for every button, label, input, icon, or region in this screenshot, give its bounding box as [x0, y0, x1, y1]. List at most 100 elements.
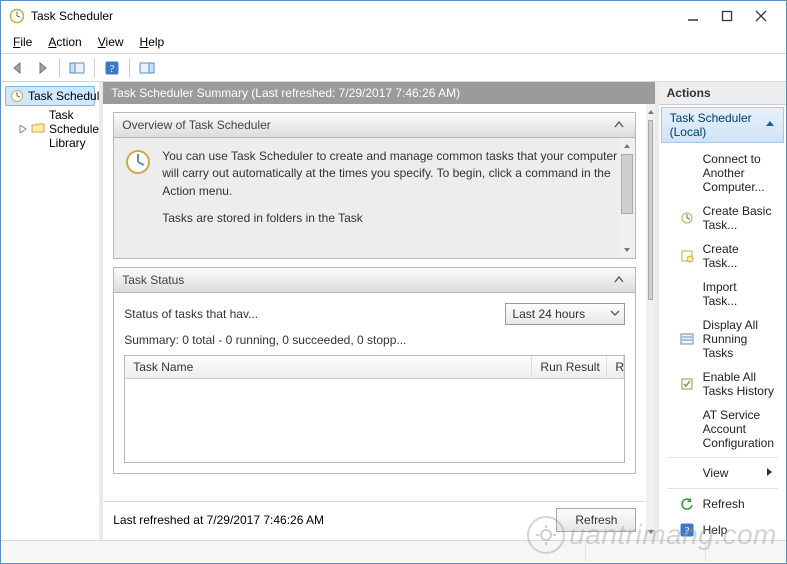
action-enable-history[interactable]: Enable All Tasks History [661, 365, 784, 403]
action-import-task-label: Import Task... [703, 280, 774, 308]
action-at-config-label: AT Service Account Configuration [703, 408, 774, 450]
action-at-config[interactable]: AT Service Account Configuration [661, 403, 784, 455]
summary-title-text: Task Scheduler Summary (Last refreshed: … [111, 86, 460, 100]
clock-icon [124, 148, 152, 176]
scroll-up-icon[interactable] [619, 138, 635, 154]
console-tree: Task Scheduler (Local) Task Scheduler Li… [1, 82, 103, 540]
toolbar-separator [129, 59, 130, 77]
show-hide-console-tree-button[interactable] [66, 58, 88, 78]
blank-icon [679, 286, 695, 302]
status-table[interactable]: Task Name Run Result R [124, 355, 625, 463]
window-title: Task Scheduler [31, 9, 113, 23]
action-enable-history-label: Enable All Tasks History [703, 370, 774, 398]
separator [667, 457, 778, 458]
action-refresh[interactable]: Refresh [661, 491, 784, 517]
scroll-up-icon[interactable] [646, 104, 654, 120]
scroll-down-icon[interactable] [619, 242, 635, 258]
status-filter-label: Status of tasks that hav... [124, 307, 497, 321]
collapse-icon[interactable] [611, 272, 627, 288]
toolbar: ? [1, 54, 786, 82]
status-period-dropdown[interactable]: Last 24 hours [505, 303, 625, 325]
action-view-submenu[interactable]: View [661, 460, 784, 486]
menu-view[interactable]: View [92, 33, 130, 51]
overview-header[interactable]: Overview of Task Scheduler [114, 113, 635, 138]
chevron-right-icon [766, 466, 774, 480]
minimize-button[interactable] [676, 3, 710, 29]
actions-pane: Actions Task Scheduler (Local) Connect t… [659, 82, 786, 540]
task-status-panel: Task Status Status of tasks that hav... … [113, 267, 636, 474]
actions-title: Actions [659, 82, 786, 105]
svg-text:?: ? [684, 525, 689, 537]
overview-header-label: Overview of Task Scheduler [122, 118, 271, 132]
show-hide-action-pane-button[interactable] [136, 58, 158, 78]
overview-more-text: Tasks are stored in folders in the Task [162, 210, 625, 227]
titlebar: Task Scheduler [1, 1, 786, 31]
action-create-task[interactable]: Create Task... [661, 237, 784, 275]
action-create-basic-task[interactable]: Create Basic Task... [661, 199, 784, 237]
blank-icon [679, 421, 695, 437]
folder-icon [31, 121, 45, 138]
menu-action[interactable]: Action [42, 33, 87, 51]
summary-title: Task Scheduler Summary (Last refreshed: … [103, 82, 654, 104]
statusbar [1, 540, 786, 562]
overview-body: You can use Task Scheduler to create and… [114, 138, 635, 258]
action-display-running[interactable]: Display All Running Tasks [661, 313, 784, 365]
back-button[interactable] [7, 58, 29, 78]
actions-scope-label: Task Scheduler (Local) [670, 111, 765, 139]
close-button[interactable] [744, 3, 778, 29]
menu-file[interactable]: File [7, 33, 38, 51]
collapse-icon[interactable] [611, 117, 627, 133]
task-status-header[interactable]: Task Status [114, 268, 635, 293]
action-help-label: Help [703, 523, 728, 537]
center-body: Overview of Task Scheduler You can use T… [103, 104, 646, 501]
overview-scrollbar[interactable] [619, 138, 635, 258]
table-header: Task Name Run Result R [125, 356, 624, 379]
column-task-name[interactable]: Task Name [125, 356, 532, 378]
toolbar-separator [94, 59, 95, 77]
column-overflow[interactable]: R [607, 356, 624, 378]
overview-text: You can use Task Scheduler to create and… [162, 148, 625, 200]
refresh-button-label: Refresh [575, 513, 617, 527]
action-create-task-label: Create Task... [703, 242, 774, 270]
action-display-running-label: Display All Running Tasks [703, 318, 774, 360]
task-icon [679, 248, 695, 264]
help-button[interactable]: ? [101, 58, 123, 78]
action-import-task[interactable]: Import Task... [661, 275, 784, 313]
center-footer: Last refreshed at 7/29/2017 7:46:26 AM R… [103, 501, 646, 540]
list-icon [679, 331, 695, 347]
expand-icon[interactable] [19, 125, 27, 133]
tree-root-node[interactable]: Task Scheduler (Local) [5, 86, 95, 106]
action-connect[interactable]: Connect to Another Computer... [661, 147, 784, 199]
app-icon [9, 8, 25, 24]
task-status-body: Status of tasks that hav... Last 24 hour… [114, 293, 635, 473]
action-refresh-label: Refresh [703, 497, 745, 511]
collapse-icon [765, 118, 775, 132]
overview-panel: Overview of Task Scheduler You can use T… [113, 112, 636, 259]
last-refreshed-label: Last refreshed at 7/29/2017 7:46:26 AM [113, 513, 324, 527]
refresh-button[interactable]: Refresh [556, 508, 636, 532]
refresh-icon [679, 496, 695, 512]
history-icon [679, 376, 695, 392]
forward-button[interactable] [31, 58, 53, 78]
help-icon: ? [679, 522, 695, 538]
menu-help[interactable]: Help [134, 33, 171, 51]
actions-scope-header[interactable]: Task Scheduler (Local) [661, 107, 784, 143]
action-view-label: View [703, 466, 729, 480]
tree-library-node[interactable]: Task Scheduler Library [19, 108, 95, 150]
actions-list: Connect to Another Computer... Create Ba… [659, 145, 786, 545]
action-connect-label: Connect to Another Computer... [703, 152, 774, 194]
scroll-down-icon[interactable] [646, 524, 654, 540]
action-help[interactable]: ? Help [661, 517, 784, 543]
menubar: File Action View Help [1, 31, 786, 54]
content-area: Task Scheduler (Local) Task Scheduler Li… [1, 82, 786, 540]
toolbar-separator [59, 59, 60, 77]
maximize-button[interactable] [710, 3, 744, 29]
tree-library-label: Task Scheduler Library [49, 108, 103, 150]
center-scrollbar[interactable] [646, 104, 654, 540]
center-pane: Task Scheduler Summary (Last refreshed: … [103, 82, 658, 540]
action-create-basic-task-label: Create Basic Task... [703, 204, 774, 232]
wizard-icon [679, 210, 695, 226]
column-run-result[interactable]: Run Result [532, 356, 607, 378]
chevron-down-icon [610, 307, 620, 321]
tree-root-label: Task Scheduler (Local) [28, 89, 103, 103]
